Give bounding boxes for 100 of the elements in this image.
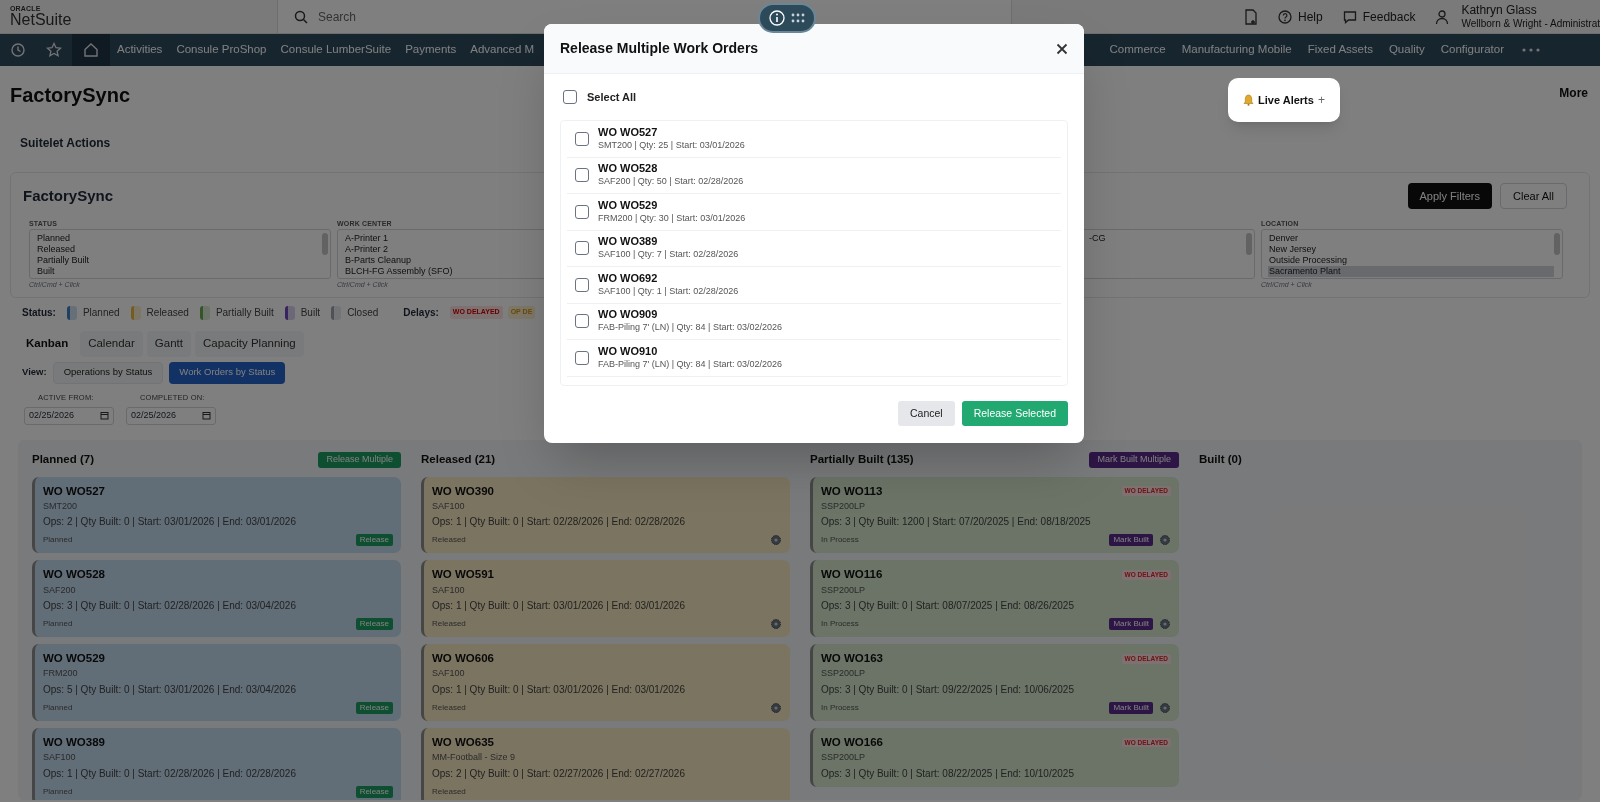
list-option[interactable]: Partially Built <box>36 255 322 266</box>
card-details: Ops: 3 | Qty Built: 0 | Start: 08/22/2025 | End: 10/10/2025 <box>821 766 1075 781</box>
legend-label: Status: <box>22 306 56 320</box>
apply-button[interactable]: Apply Filters <box>1407 183 1493 209</box>
list-option[interactable]: Denver <box>1268 233 1554 244</box>
list-option[interactable]: Sacramento Plant <box>1268 266 1554 277</box>
nav-item[interactable]: Manufacturing Mobile <box>1173 41 1300 59</box>
nav-item[interactable]: Consule ProShop <box>169 41 274 59</box>
card-details: Ops: 3 | Qty Built: 0 | Start: 08/07/2025 | End: 08/26/2025 <box>821 599 1075 613</box>
view-tab[interactable]: Capacity Planning <box>195 330 304 357</box>
document-icon[interactable] <box>1244 8 1259 25</box>
gear-icon[interactable] <box>770 701 782 714</box>
item-code: MM-Football - Size 9 <box>432 751 517 764</box>
history-icon[interactable] <box>10 42 26 58</box>
list-option[interactable]: Planned <box>36 233 322 244</box>
nav-item[interactable]: Commerce <box>1101 41 1174 59</box>
list-option[interactable]: Released <box>36 244 322 255</box>
checkbox[interactable] <box>575 314 589 329</box>
release-button[interactable]: Release <box>355 618 393 630</box>
checkbox[interactable] <box>575 350 589 365</box>
list-option[interactable]: -CG <box>1088 233 1246 244</box>
work-order-title: WO WO529 <box>598 198 659 212</box>
nav-item[interactable]: Activities <box>110 41 170 59</box>
mark-built-button[interactable]: Mark Built <box>1109 618 1153 630</box>
gear-icon[interactable] <box>1159 534 1171 547</box>
release-button[interactable]: Release <box>355 785 393 798</box>
help-icon <box>1278 9 1293 24</box>
view-toggle[interactable]: Work Orders by Status <box>169 361 286 384</box>
list-option[interactable]: Outside Processing <box>1268 255 1554 266</box>
checkbox[interactable] <box>563 90 577 104</box>
mark-built-multiple-button[interactable]: Mark Built Multiple <box>1089 451 1179 468</box>
date-field[interactable]: 02/25/2026 <box>24 406 114 425</box>
gear-icon[interactable] <box>770 618 782 630</box>
view-toggle[interactable]: Operations by Status <box>52 361 164 384</box>
search-field[interactable]: Search <box>318 7 995 26</box>
scrollbar <box>1554 233 1560 255</box>
item-code: SAF100 <box>43 751 77 764</box>
feedback-link[interactable]: Feedback <box>1342 7 1416 26</box>
nav-item[interactable]: Fixed Assets <box>1299 41 1381 59</box>
nav-item[interactable]: Payments <box>398 41 464 59</box>
nav-item[interactable]: Advanced M <box>463 41 542 59</box>
card-status: Released <box>432 701 466 714</box>
work-order-details: SAF100 | Qty: 1 | Start: 02/28/2026 <box>598 284 739 298</box>
more-icon[interactable] <box>1522 48 1540 52</box>
clear-button[interactable]: Clear All <box>1500 183 1567 209</box>
item-code: SAF100 <box>432 667 466 681</box>
card-details: Ops: 2 | Qty Built: 0 | Start: 02/27/2026 | End: 02/27/2026 <box>432 766 686 781</box>
filter-listbox[interactable]: -CG <box>1081 229 1255 279</box>
close-icon[interactable] <box>1056 42 1068 55</box>
release-selected-button[interactable]: Release Selected <box>961 401 1068 426</box>
card-title: WO WO529 <box>43 651 105 666</box>
checkbox[interactable] <box>575 204 589 219</box>
info-pill[interactable] <box>758 3 816 33</box>
gear-icon[interactable] <box>1159 618 1171 630</box>
live-alerts-card[interactable]: Live Alerts + <box>1228 78 1340 122</box>
nav-item[interactable]: Configurator <box>1432 41 1512 59</box>
checkbox[interactable] <box>575 168 589 183</box>
cancel-button[interactable]: Cancel <box>898 401 955 426</box>
column-title: Planned (7) <box>32 451 94 467</box>
help-link[interactable]: Help <box>1278 7 1323 26</box>
card-details: Ops: 3 | Qty Built: 0 | Start: 02/28/2026 | End: 03/04/2026 <box>43 599 297 613</box>
page-title: FactorySync <box>10 83 131 108</box>
release-button[interactable]: Release <box>355 701 393 714</box>
card-details: Ops: 2 | Qty Built: 0 | Start: 03/01/2026 | End: 03/01/2026 <box>43 515 297 530</box>
checkbox[interactable] <box>575 241 589 256</box>
release-multiple-button[interactable]: Release Multiple <box>318 451 401 468</box>
work-order-details: SAF200 | Qty: 50 | Start: 02/28/2026 <box>598 175 744 189</box>
item-code: SSP200LP <box>821 583 867 597</box>
gear-icon[interactable] <box>1159 701 1171 714</box>
checkbox[interactable] <box>575 131 589 146</box>
date-field[interactable]: 02/25/2026 <box>126 406 216 425</box>
calendar-icon <box>100 411 109 421</box>
panel-title: FactorySync <box>23 185 114 206</box>
view-tab[interactable]: Kanban <box>18 330 77 357</box>
view-tab[interactable]: Gantt <box>146 330 191 357</box>
mark-built-button[interactable]: Mark Built <box>1109 701 1153 714</box>
gear-icon[interactable] <box>770 534 782 547</box>
filter-listbox[interactable]: Planned Released Partially Built Built <box>29 229 331 279</box>
star-icon[interactable] <box>46 42 62 58</box>
column-title: Built (0) <box>1199 451 1242 467</box>
checkbox-label: Select All <box>587 89 637 105</box>
search-icon <box>294 9 308 24</box>
nav-item[interactable]: Quality <box>1380 41 1433 59</box>
modal-title: Release Multiple Work Orders <box>560 39 759 58</box>
work-order-title: WO WO528 <box>598 162 659 176</box>
more-link[interactable]: More <box>1559 80 1590 102</box>
item-code: SSP200LP <box>821 667 867 681</box>
view-tab[interactable]: Calendar <box>80 330 143 357</box>
mark-built-button[interactable]: Mark Built <box>1109 534 1153 547</box>
home-icon[interactable] <box>83 42 99 58</box>
card-title: WO WO116 <box>821 567 883 583</box>
checkbox[interactable] <box>575 277 589 292</box>
list-option[interactable]: New Jersey <box>1268 244 1554 255</box>
release-button[interactable]: Release <box>355 534 393 547</box>
filter-listbox[interactable]: Denver New Jersey Outside Processing Sacramento Plant <box>1261 229 1563 279</box>
bell-icon <box>1243 94 1255 106</box>
nav-item[interactable]: Consule LumberSuite <box>273 41 399 59</box>
list-option[interactable]: Built <box>36 266 322 277</box>
card-status: Planned <box>43 618 73 630</box>
legend-label: Delays: <box>403 306 439 320</box>
